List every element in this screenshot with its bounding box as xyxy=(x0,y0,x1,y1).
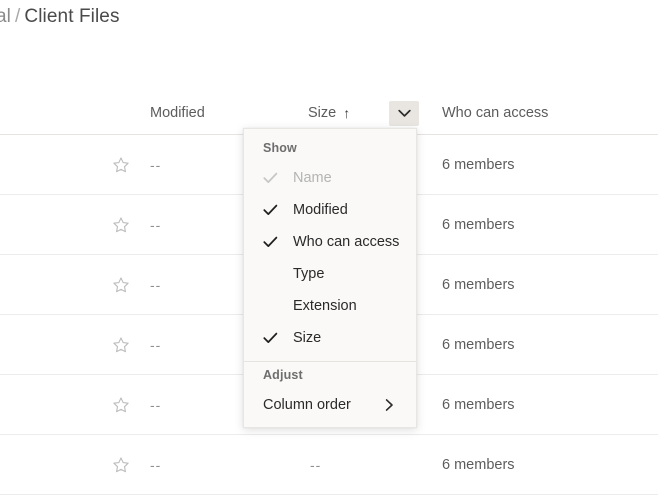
cell-modified: -- xyxy=(150,156,162,173)
breadcrumb-parent-truncated[interactable]: al xyxy=(0,6,11,27)
cell-modified: -- xyxy=(150,396,162,413)
menu-item-type[interactable]: Type xyxy=(244,258,416,290)
table-row[interactable]: -- -- 6 members xyxy=(0,435,658,495)
menu-group-adjust: Column order xyxy=(244,389,416,421)
cell-modified: -- xyxy=(150,276,162,293)
menu-item-name: Name xyxy=(244,162,416,194)
cell-who-can-access[interactable]: 6 members xyxy=(442,217,515,233)
file-browser-page: al / Client Files Modified Size ↑ Who can … xyxy=(0,0,658,503)
menu-item-label: Type xyxy=(293,266,325,282)
column-options-button[interactable] xyxy=(389,101,419,126)
favorite-star-icon[interactable] xyxy=(112,456,130,474)
breadcrumb-current[interactable]: Client Files xyxy=(24,6,119,27)
menu-section-label-show: Show xyxy=(263,141,297,155)
favorite-star-icon[interactable] xyxy=(112,216,130,234)
cell-modified: -- xyxy=(150,336,162,353)
menu-section-label-adjust: Adjust xyxy=(263,368,303,382)
menu-item-column-order[interactable]: Column order xyxy=(244,389,416,421)
cell-modified: -- xyxy=(150,456,162,473)
breadcrumb: al / Client Files xyxy=(0,6,120,28)
menu-item-label: Extension xyxy=(293,298,357,314)
check-icon xyxy=(263,236,278,248)
menu-item-size[interactable]: Size xyxy=(244,322,416,354)
check-icon xyxy=(263,172,278,184)
cell-who-can-access[interactable]: 6 members xyxy=(442,277,515,293)
menu-item-check-slot xyxy=(263,332,293,344)
cell-size: -- xyxy=(310,456,322,473)
menu-group-show: Name Modified Who can access Type Extension S… xyxy=(244,162,416,354)
menu-item-label: Modified xyxy=(293,202,348,218)
favorite-star-icon[interactable] xyxy=(112,396,130,414)
menu-item-check-slot xyxy=(263,236,293,248)
favorite-star-icon[interactable] xyxy=(112,276,130,294)
check-icon xyxy=(263,332,278,344)
menu-divider xyxy=(244,361,416,362)
chevron-down-icon xyxy=(397,109,411,118)
column-header-who-can-access[interactable]: Who can access xyxy=(442,105,548,121)
menu-item-who-can-access[interactable]: Who can access xyxy=(244,226,416,258)
menu-item-label: Name xyxy=(293,170,332,186)
menu-item-label: Size xyxy=(293,330,322,346)
column-options-menu: Show Name Modified Who can access Type Exten… xyxy=(243,128,417,428)
favorite-star-icon[interactable] xyxy=(112,156,130,174)
menu-item-extension[interactable]: Extension xyxy=(244,290,416,322)
favorite-star-icon[interactable] xyxy=(112,336,130,354)
cell-modified: -- xyxy=(150,216,162,233)
column-header-modified[interactable]: Modified xyxy=(150,105,205,121)
column-header-size[interactable]: Size ↑ xyxy=(308,105,350,121)
menu-item-label: Who can access xyxy=(293,234,400,250)
breadcrumb-separator: / xyxy=(15,6,21,27)
cell-who-can-access[interactable]: 6 members xyxy=(442,457,515,473)
column-header-size-label: Size xyxy=(308,105,337,121)
sort-ascending-icon: ↑ xyxy=(343,105,351,121)
menu-item-modified[interactable]: Modified xyxy=(244,194,416,226)
cell-who-can-access[interactable]: 6 members xyxy=(442,337,515,353)
cell-who-can-access[interactable]: 6 members xyxy=(442,397,515,413)
check-icon xyxy=(263,204,278,216)
cell-who-can-access[interactable]: 6 members xyxy=(442,157,515,173)
menu-item-check-slot xyxy=(263,172,293,184)
chevron-right-icon xyxy=(385,399,394,412)
menu-item-check-slot xyxy=(263,204,293,216)
